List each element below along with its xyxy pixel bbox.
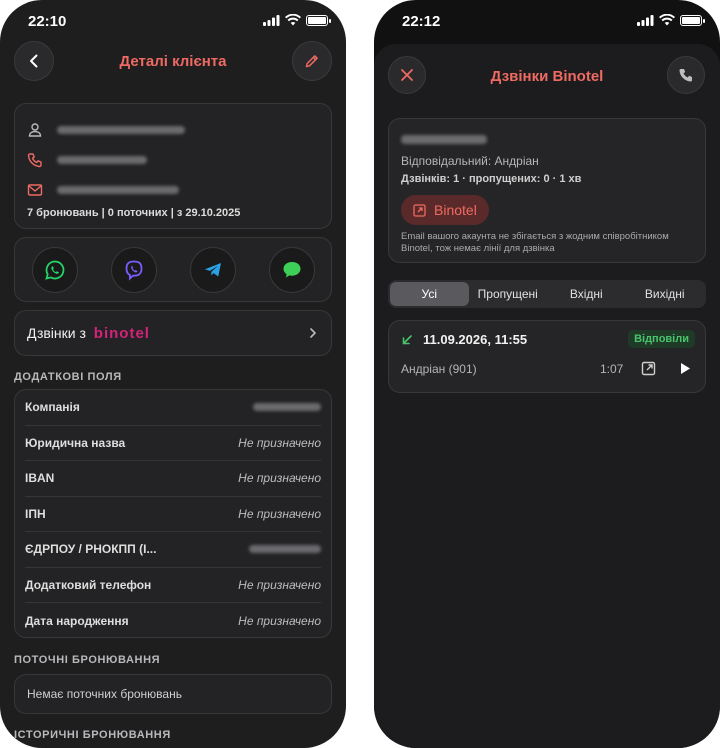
- viber-button[interactable]: [110, 246, 157, 293]
- contact-name-redacted: [57, 126, 185, 134]
- section-heading-additional: ДОДАТКОВІ ПОЛЯ: [14, 371, 122, 383]
- status-time: 22:10: [28, 13, 67, 30]
- booking-stats: 7 бронювань | 0 поточних | з 29.10.2025: [27, 207, 241, 219]
- external-link-icon[interactable]: [641, 361, 656, 376]
- whatsapp-icon: [44, 260, 64, 280]
- call-status-badge: Відповіли: [628, 330, 695, 348]
- call-agent: Андріан (901): [401, 362, 477, 376]
- field-label: Компанія: [25, 400, 80, 415]
- status-bar: 22:12: [374, 0, 720, 44]
- field-value: Не призначено: [238, 471, 321, 486]
- client-name-redacted: [401, 135, 487, 144]
- tab-incoming[interactable]: Вхідні: [547, 282, 626, 306]
- contact-phone-redacted: [57, 156, 147, 164]
- signal-icon: [637, 14, 654, 26]
- status-bar: 22:10: [0, 0, 346, 44]
- messenger-card: [14, 237, 332, 302]
- field-row[interactable]: IBAN Не призначено: [25, 461, 321, 497]
- calls-summary: Дзвінків: 1 · пропущених: 0 · 1 хв: [401, 173, 582, 185]
- call-datetime: 11.09.2026, 11:55: [423, 332, 528, 347]
- field-label: ІПН: [25, 506, 46, 521]
- phone-icon: [679, 69, 692, 82]
- mail-icon: [27, 184, 43, 196]
- telegram-button[interactable]: [189, 246, 236, 293]
- contact-phone-row[interactable]: [27, 152, 147, 168]
- field-row[interactable]: Компанія: [25, 390, 321, 426]
- messages-button[interactable]: [268, 246, 315, 293]
- open-binotel-label: Binotel: [434, 202, 477, 218]
- section-heading-history: ІСТОРИЧНІ БРОНЮВАННЯ: [14, 729, 171, 741]
- wifi-icon: [659, 14, 675, 26]
- no-current-bookings: Немає поточних бронювань: [27, 687, 182, 701]
- field-label: Додатковий телефон: [25, 577, 152, 592]
- message-bubble-icon: [283, 261, 300, 277]
- viber-icon: [125, 260, 142, 281]
- tab-outgoing[interactable]: Вихідні: [626, 282, 705, 306]
- contact-name-row: [27, 122, 185, 138]
- battery-icon: [680, 14, 705, 26]
- binotel-logo: binotel: [93, 324, 150, 342]
- external-link-icon: [413, 203, 426, 217]
- field-value: Не призначено: [238, 435, 321, 450]
- field-label: Дата народження: [25, 613, 129, 628]
- field-row[interactable]: Дата народження Не призначено: [25, 603, 321, 639]
- call-filter-tabs: Усі Пропущені Вхідні Вихідні: [388, 280, 706, 308]
- binotel-calls-label: Дзвінки з binotel: [27, 325, 150, 342]
- call-duration: 1:07: [600, 362, 624, 376]
- call-list-item[interactable]: 11.09.2026, 11:55 Відповіли Андріан (901…: [388, 320, 706, 393]
- binotel-calls-link[interactable]: Дзвінки з binotel: [14, 310, 332, 356]
- additional-fields-card: Компанія Юридична назва Не призначено IBAN Н…: [14, 389, 332, 638]
- field-value-redacted: [249, 545, 321, 554]
- field-row[interactable]: ЄДРПОУ / РНОКПП (І...: [25, 532, 321, 568]
- field-label: ЄДРПОУ / РНОКПП (І...: [25, 542, 157, 557]
- signal-icon: [263, 14, 280, 26]
- play-icon[interactable]: [679, 362, 691, 375]
- incoming-arrow-icon: [402, 335, 412, 345]
- battery-icon: [306, 14, 331, 26]
- contact-card: 7 бронювань | 0 поточних | з 29.10.2025: [14, 103, 332, 229]
- client-details-screen: 22:10 Деталі клієнта 7 бронювань | 0 пот…: [0, 0, 346, 748]
- email-mismatch-warning: Email вашого акаунта не збігається з жод…: [401, 231, 669, 254]
- field-value-redacted: [253, 403, 321, 412]
- contact-email-redacted: [57, 186, 179, 194]
- telegram-icon: [204, 262, 221, 276]
- wifi-icon: [285, 14, 301, 26]
- chevron-right-icon: [310, 328, 317, 338]
- binotel-link-prefix: Дзвінки з: [27, 324, 86, 341]
- whatsapp-button[interactable]: [31, 246, 78, 293]
- responsible-text: Відповідальний: Андріан: [401, 154, 539, 168]
- field-value: Не призначено: [238, 506, 321, 521]
- contact-email-row[interactable]: [27, 182, 179, 198]
- field-label: IBAN: [25, 471, 55, 486]
- field-value: Не призначено: [238, 577, 321, 592]
- person-icon: [28, 123, 42, 137]
- binotel-calls-screen: 22:12 Дзвінки Binotel Відповідальний: Ан…: [374, 0, 720, 748]
- tab-all[interactable]: Усі: [390, 282, 469, 306]
- field-value: Не призначено: [238, 613, 321, 628]
- status-time: 22:12: [402, 13, 441, 30]
- phone-icon: [27, 153, 42, 168]
- edit-button[interactable]: [292, 41, 332, 81]
- pencil-icon: [305, 55, 318, 68]
- section-heading-current: ПОТОЧНІ БРОНЮВАННЯ: [14, 654, 161, 666]
- call-button[interactable]: [667, 56, 705, 94]
- field-label: Юридична назва: [25, 435, 126, 450]
- field-row[interactable]: Додатковий телефон Не призначено: [25, 568, 321, 603]
- binotel-info-card: Відповідальний: Андріан Дзвінків: 1 · пр…: [388, 118, 706, 263]
- tab-missed[interactable]: Пропущені: [469, 282, 548, 306]
- calls-sheet: Дзвінки Binotel Відповідальний: Андріан …: [374, 44, 720, 748]
- current-bookings-card: Немає поточних бронювань: [14, 674, 332, 714]
- open-binotel-button[interactable]: Binotel: [401, 195, 489, 225]
- field-row[interactable]: ІПН Не призначено: [25, 497, 321, 532]
- field-row[interactable]: Юридична назва Не призначено: [25, 426, 321, 461]
